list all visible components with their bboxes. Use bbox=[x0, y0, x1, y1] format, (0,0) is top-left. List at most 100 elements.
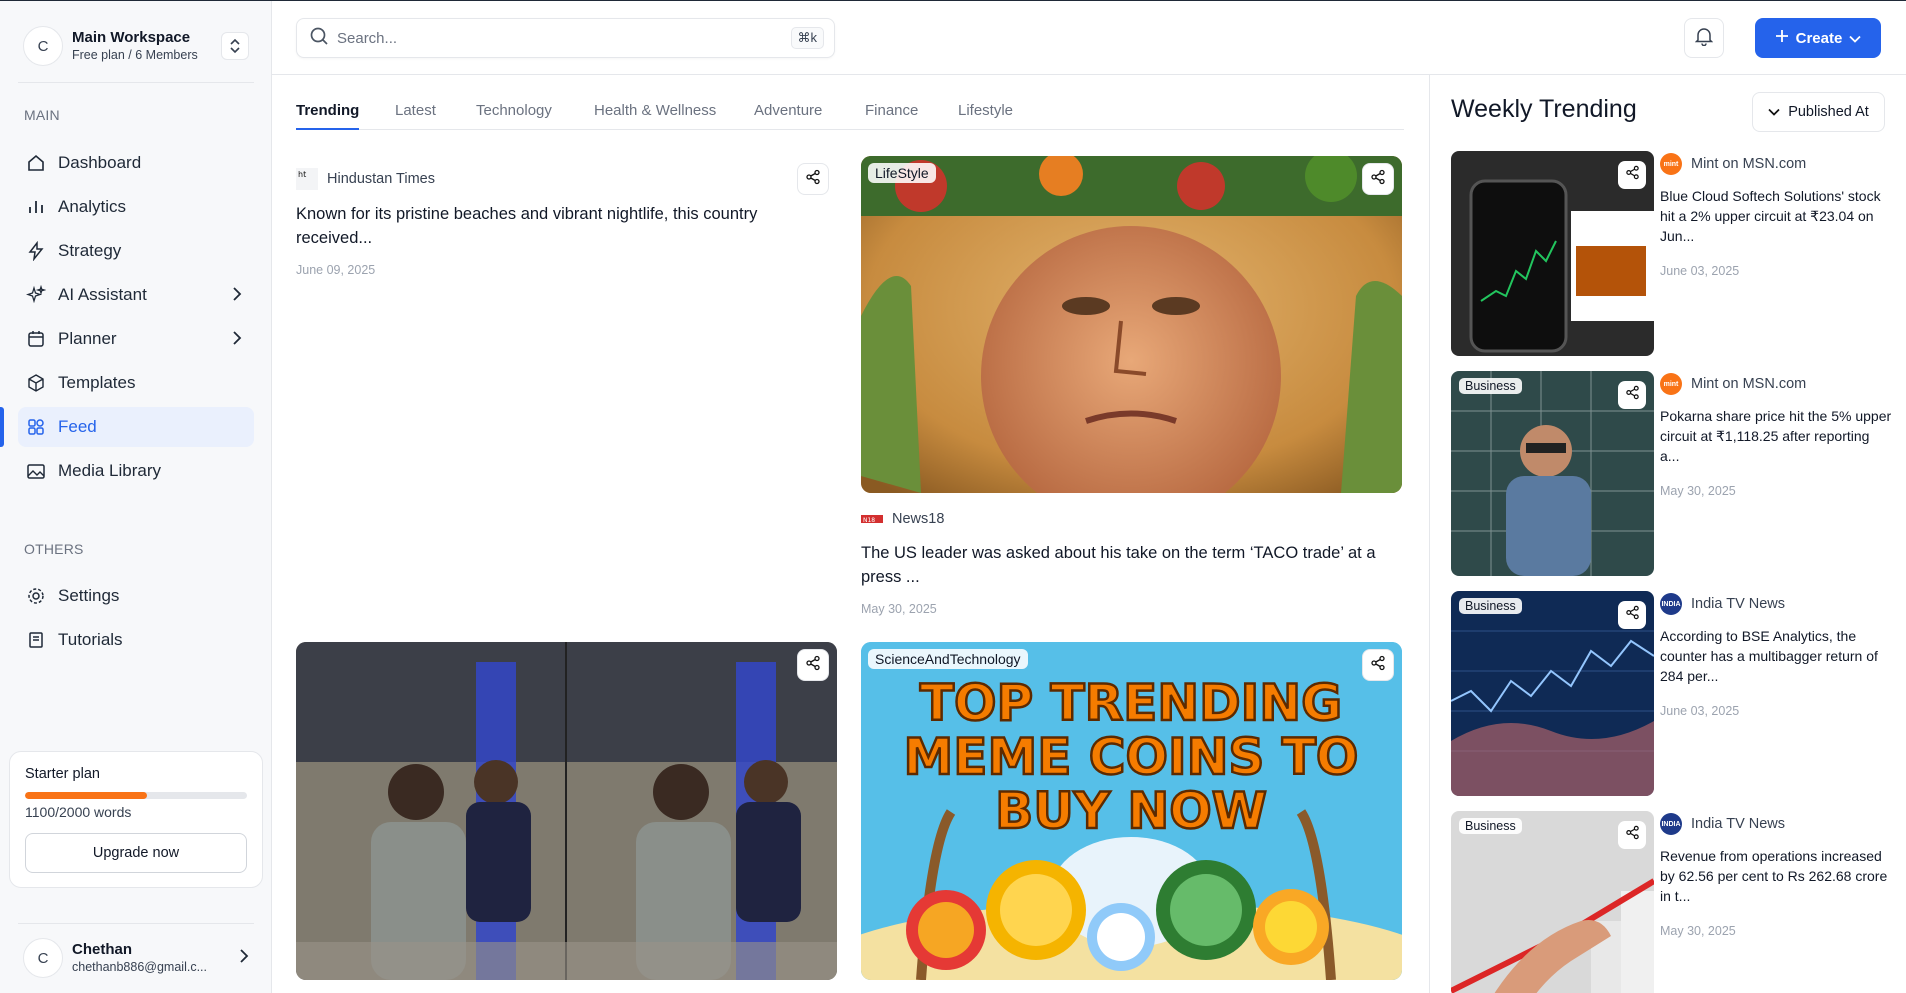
sidebar-item-planner[interactable]: Planner bbox=[18, 319, 254, 359]
search-bar[interactable]: ⌘k bbox=[296, 18, 835, 58]
chevron-right-icon bbox=[232, 330, 242, 351]
meme-banner-line: TOP TRENDING bbox=[920, 674, 1342, 732]
svg-text:ht: ht bbox=[298, 170, 306, 179]
card-source-name: Hindustan Times bbox=[327, 171, 435, 187]
source-logo: INDIA bbox=[1660, 813, 1682, 835]
hindustan-times-logo: ht bbox=[296, 168, 318, 190]
share-icon bbox=[1625, 605, 1640, 625]
share-button[interactable] bbox=[797, 649, 829, 681]
sidebar-item-label: Strategy bbox=[58, 241, 122, 260]
feed-card[interactable]: ht Hindustan Times Known for its pristin… bbox=[296, 156, 837, 286]
card-title[interactable]: The US leader was asked about his take o… bbox=[861, 541, 1391, 589]
sidebar-item-strategy[interactable]: Strategy bbox=[18, 231, 254, 271]
active-indicator bbox=[0, 407, 4, 447]
upgrade-button[interactable]: Upgrade now bbox=[25, 833, 247, 873]
sidebar-item-label: Feed bbox=[58, 417, 97, 436]
sidebar-item-label: AI Assistant bbox=[58, 285, 147, 304]
source-logo-text: INDIA bbox=[1661, 820, 1681, 828]
plus-icon bbox=[1775, 29, 1789, 47]
category-tabs: Trending Latest Technology Health & Well… bbox=[296, 102, 1404, 130]
share-icon bbox=[1625, 825, 1640, 845]
sidebar-item-label: Tutorials bbox=[58, 630, 123, 649]
trend-source-name: India TV News bbox=[1691, 816, 1786, 832]
card-category-tag: ScienceAndTechnology bbox=[868, 649, 1028, 669]
trend-title[interactable]: According to BSE Analytics, the counter … bbox=[1660, 626, 1892, 686]
sidebar: C Main Workspace Free plan / 6 Members M… bbox=[0, 1, 272, 993]
share-button[interactable] bbox=[1362, 649, 1394, 681]
notifications-button[interactable] bbox=[1684, 18, 1724, 58]
card-title[interactable]: Known for its pristine beaches and vibra… bbox=[296, 202, 826, 250]
share-icon bbox=[805, 655, 821, 676]
trend-title[interactable]: Blue Cloud Softech Solutions' stock hit … bbox=[1660, 186, 1892, 246]
trend-date: June 03, 2025 bbox=[1660, 704, 1740, 718]
share-button[interactable] bbox=[1618, 601, 1646, 629]
panel-divider bbox=[1429, 74, 1430, 993]
book-icon bbox=[25, 629, 47, 651]
trend-source: INDIA India TV News bbox=[1660, 593, 1785, 615]
trend-title[interactable]: Revenue from operations increased by 62.… bbox=[1660, 846, 1892, 906]
tab-technology[interactable]: Technology bbox=[476, 102, 552, 130]
source-logo: mint bbox=[1660, 153, 1682, 175]
sidebar-item-tutorials[interactable]: Tutorials bbox=[18, 620, 254, 660]
sidebar-item-ai-assistant[interactable]: AI Assistant bbox=[18, 275, 254, 315]
sidebar-item-settings[interactable]: Settings bbox=[18, 576, 254, 616]
user-name: Chethan bbox=[72, 940, 132, 958]
create-button[interactable]: Create bbox=[1755, 18, 1881, 58]
trend-source-name: Mint on MSN.com bbox=[1691, 376, 1807, 392]
feed-card[interactable]: TOP TRENDING MEME COINS TO BUY NOW Scien… bbox=[861, 642, 1402, 980]
sidebar-item-media-library[interactable]: Media Library bbox=[18, 451, 254, 491]
lightning-icon bbox=[25, 240, 47, 262]
weekly-trending-item[interactable]: Business mint Mint on MSN.com Pokarna share… bbox=[1451, 371, 1891, 576]
trend-source: mint Mint on MSN.com bbox=[1660, 153, 1806, 175]
feed-card[interactable]: LifeStyle N18 News18 The US leader was a… bbox=[861, 156, 1402, 616]
search-shortcut: ⌘k bbox=[790, 27, 824, 49]
weekly-trending-item[interactable]: mint Mint on MSN.com Blue Cloud Softech So… bbox=[1451, 151, 1891, 356]
workspace-plan: Free plan / 6 Members bbox=[72, 47, 198, 62]
source-logo-text: mint bbox=[1663, 380, 1679, 388]
tab-adventure[interactable]: Adventure bbox=[754, 102, 822, 130]
tab-lifestyle[interactable]: Lifestyle bbox=[958, 102, 1013, 130]
sidebar-item-label: Templates bbox=[58, 373, 136, 392]
sidebar-item-feed[interactable]: Feed bbox=[18, 407, 254, 447]
sidebar-item-label: Dashboard bbox=[58, 153, 142, 172]
main-section-label: MAIN bbox=[24, 107, 60, 123]
tab-health-wellness[interactable]: Health & Wellness bbox=[594, 102, 716, 130]
share-button[interactable] bbox=[1618, 381, 1646, 409]
feed-card[interactable] bbox=[296, 642, 837, 980]
share-button[interactable] bbox=[1618, 161, 1646, 189]
header-divider bbox=[272, 74, 1906, 75]
workspace-switcher[interactable]: C Main Workspace Free plan / 6 Members bbox=[23, 26, 249, 66]
weekly-trending-item[interactable]: Business INDIA India TV News Revenue from o… bbox=[1451, 811, 1891, 993]
card-image[interactable]: TOP TRENDING MEME COINS TO BUY NOW bbox=[861, 642, 1402, 980]
sidebar-divider bbox=[18, 923, 254, 924]
tab-latest[interactable]: Latest bbox=[395, 102, 436, 130]
published-at-filter[interactable]: Published At bbox=[1752, 92, 1885, 132]
sidebar-item-analytics[interactable]: Analytics bbox=[18, 187, 254, 227]
search-input[interactable] bbox=[337, 29, 791, 47]
share-button[interactable] bbox=[797, 163, 829, 195]
source-logo-text: INDIA bbox=[1661, 600, 1681, 608]
tab-finance[interactable]: Finance bbox=[865, 102, 918, 130]
tab-trending[interactable]: Trending bbox=[296, 102, 360, 130]
source-logo: INDIA bbox=[1660, 593, 1682, 615]
card-image[interactable] bbox=[296, 642, 837, 980]
bell-icon bbox=[1694, 26, 1714, 51]
share-button[interactable] bbox=[1362, 163, 1394, 195]
share-button[interactable] bbox=[1618, 821, 1646, 849]
user-email: chethanb886@gmail.c... bbox=[72, 959, 207, 974]
trend-title[interactable]: Pokarna share price hit the 5% upper cir… bbox=[1660, 406, 1892, 466]
workspace-avatar: C bbox=[23, 26, 63, 66]
trend-category-tag: Business bbox=[1459, 378, 1522, 394]
search-icon bbox=[309, 26, 329, 51]
plan-card: Starter plan 1100/2000 words Upgrade now bbox=[9, 751, 263, 888]
card-image[interactable] bbox=[861, 156, 1402, 493]
sidebar-item-templates[interactable]: Templates bbox=[18, 363, 254, 403]
bar-chart-icon bbox=[25, 196, 47, 218]
share-icon bbox=[1370, 655, 1386, 676]
image-icon bbox=[25, 460, 47, 482]
sidebar-item-dashboard[interactable]: Dashboard bbox=[18, 143, 254, 183]
trend-date: June 03, 2025 bbox=[1660, 264, 1740, 278]
chevron-up-down-icon[interactable] bbox=[221, 32, 249, 60]
user-menu[interactable]: C Chethan chethanb886@gmail.c... bbox=[23, 938, 249, 978]
weekly-trending-item[interactable]: Business INDIA India TV News According to B… bbox=[1451, 591, 1891, 796]
